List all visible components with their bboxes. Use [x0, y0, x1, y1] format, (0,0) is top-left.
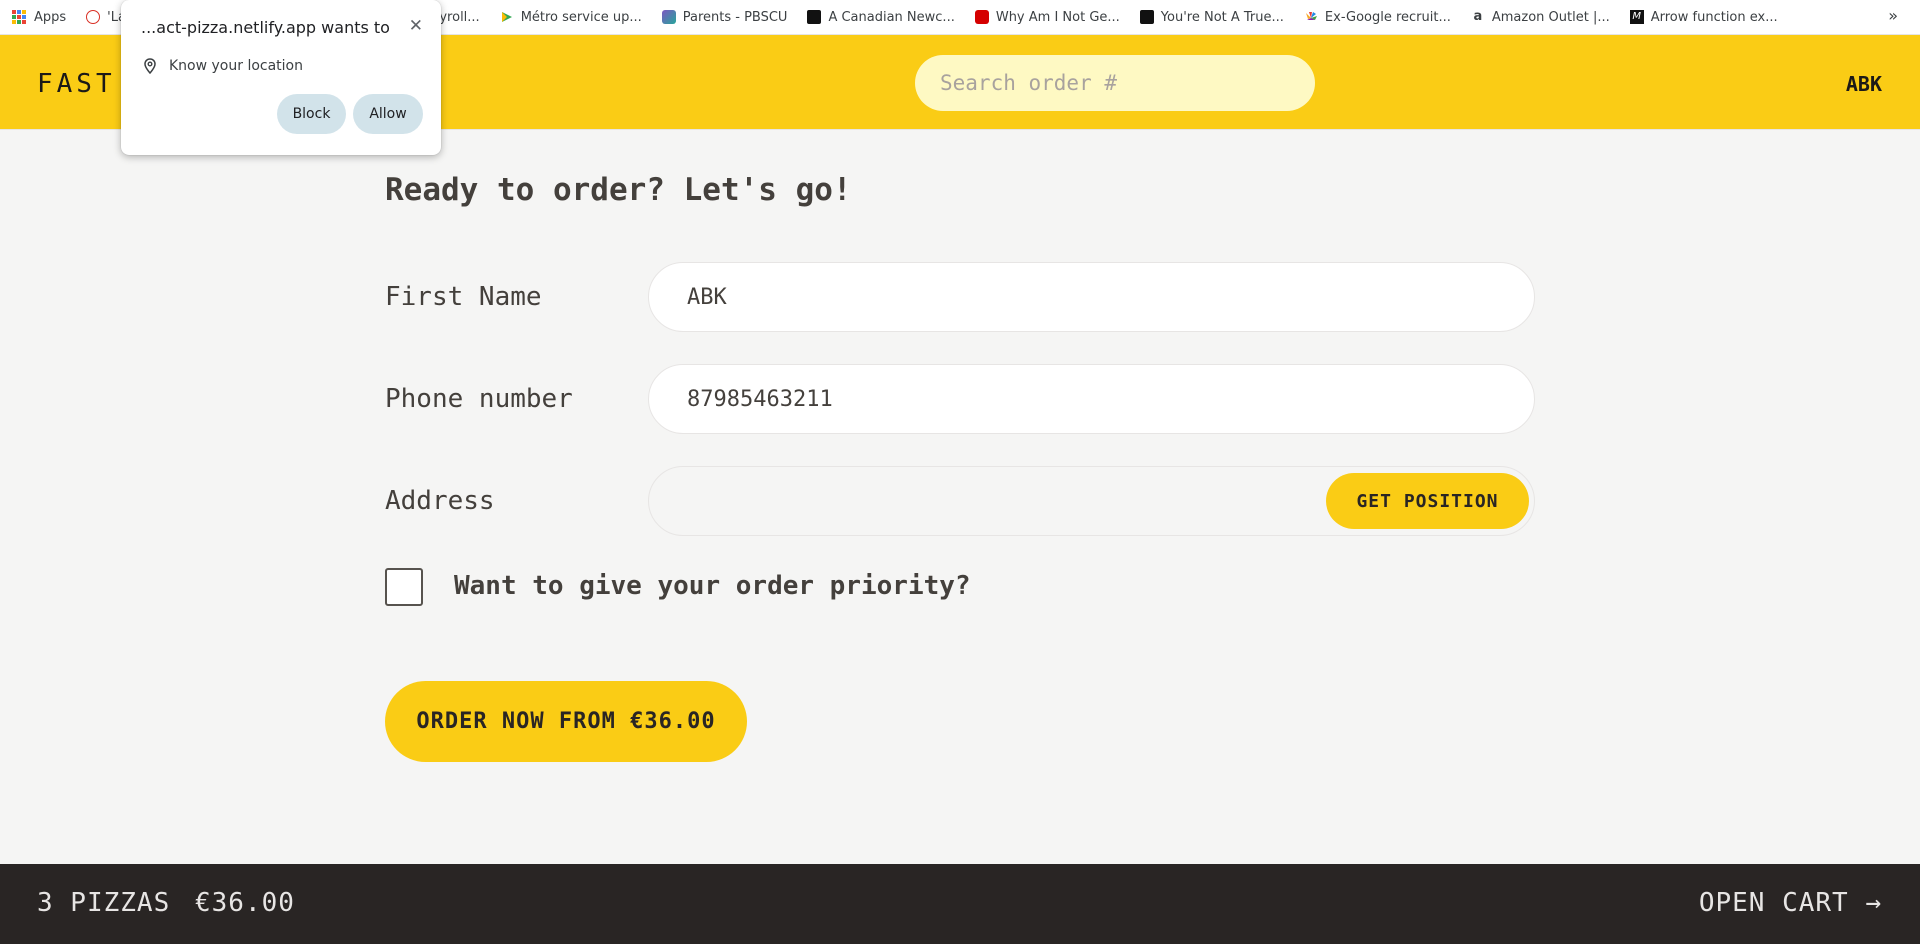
- medium-icon: [1139, 10, 1154, 24]
- username: ABK: [1845, 72, 1882, 96]
- bookmark-label: You're Not A True...: [1160, 9, 1284, 25]
- block-button[interactable]: Block: [277, 94, 346, 134]
- bookmark-item[interactable]: You're Not A True...: [1139, 9, 1284, 25]
- allow-button[interactable]: Allow: [353, 94, 423, 134]
- bookmark-item[interactable]: M Arrow function ex...: [1629, 9, 1778, 25]
- bookmark-label: A Canadian Newc...: [828, 9, 955, 25]
- amazon-icon: a: [1473, 9, 1483, 24]
- mdn-icon: M: [1629, 10, 1644, 24]
- popup-title: ...act-pizza.netlify.app wants to: [141, 18, 390, 37]
- bookmark-item[interactable]: A Canadian Newc...: [807, 9, 955, 25]
- phone-field[interactable]: [648, 364, 1535, 434]
- parents-icon: [661, 10, 676, 24]
- first-name-field[interactable]: [648, 262, 1535, 332]
- rd-icon: [974, 10, 989, 24]
- priority-checkbox[interactable]: [385, 568, 423, 606]
- close-icon[interactable]: ✕: [409, 16, 423, 36]
- logo[interactable]: FAST: [37, 69, 116, 99]
- bookmark-label: Parents - PBSCU: [682, 9, 788, 25]
- permission-row: Know your location: [143, 58, 303, 74]
- bookmark-label: Métro service up...: [520, 9, 642, 25]
- metro-icon: [500, 10, 514, 24]
- bookmark-item[interactable]: Parents - PBSCU: [661, 9, 788, 25]
- page-title: Ready to order? Let's go!: [385, 172, 852, 208]
- news-icon: [86, 10, 101, 24]
- bookmark-item[interactable]: Ex-Google recruit...: [1304, 10, 1451, 25]
- bookmark-label: Arrow function ex...: [1650, 9, 1778, 25]
- permission-text: Know your location: [169, 58, 303, 74]
- cart-overview: 3 PIZZAS €36.00 OPEN CART →: [0, 864, 1920, 944]
- bookmark-label: Apps: [34, 9, 67, 25]
- bookmark-label: Ex-Google recruit...: [1324, 9, 1451, 25]
- cart-total: €36.00: [195, 888, 295, 918]
- search-input[interactable]: [915, 55, 1315, 111]
- bookmarks-overflow-icon[interactable]: »: [1888, 6, 1898, 25]
- get-position-button[interactable]: GET POSITION: [1326, 473, 1529, 529]
- address-label: Address: [385, 486, 495, 516]
- apps-grid-icon: [12, 10, 26, 24]
- priority-label: Want to give your order priority?: [454, 571, 971, 601]
- cart-pizza-count: 3 PIZZAS: [37, 888, 171, 918]
- bookmark-item[interactable]: 'La: [86, 10, 126, 25]
- first-name-label: First Name: [385, 282, 542, 312]
- bookmark-label: Why Am I Not Ge...: [995, 9, 1120, 25]
- medium-icon: [807, 10, 822, 24]
- location-permission-popup: ...act-pizza.netlify.app wants to ✕ Know…: [121, 0, 441, 155]
- bookmark-item[interactable]: Why Am I Not Ge...: [974, 9, 1120, 25]
- open-cart-link[interactable]: OPEN CART →: [1699, 888, 1882, 918]
- order-now-button[interactable]: ORDER NOW FROM €36.00: [385, 681, 747, 762]
- nbc-icon: [1304, 10, 1318, 24]
- bookmark-item[interactable]: Métro service up...: [500, 10, 642, 25]
- bookmark-item[interactable]: a Amazon Outlet |...: [1471, 9, 1610, 25]
- phone-label: Phone number: [385, 384, 573, 414]
- bookmark-label: Amazon Outlet |...: [1491, 9, 1610, 25]
- bookmark-apps[interactable]: Apps: [12, 10, 66, 25]
- location-pin-icon: [144, 58, 156, 74]
